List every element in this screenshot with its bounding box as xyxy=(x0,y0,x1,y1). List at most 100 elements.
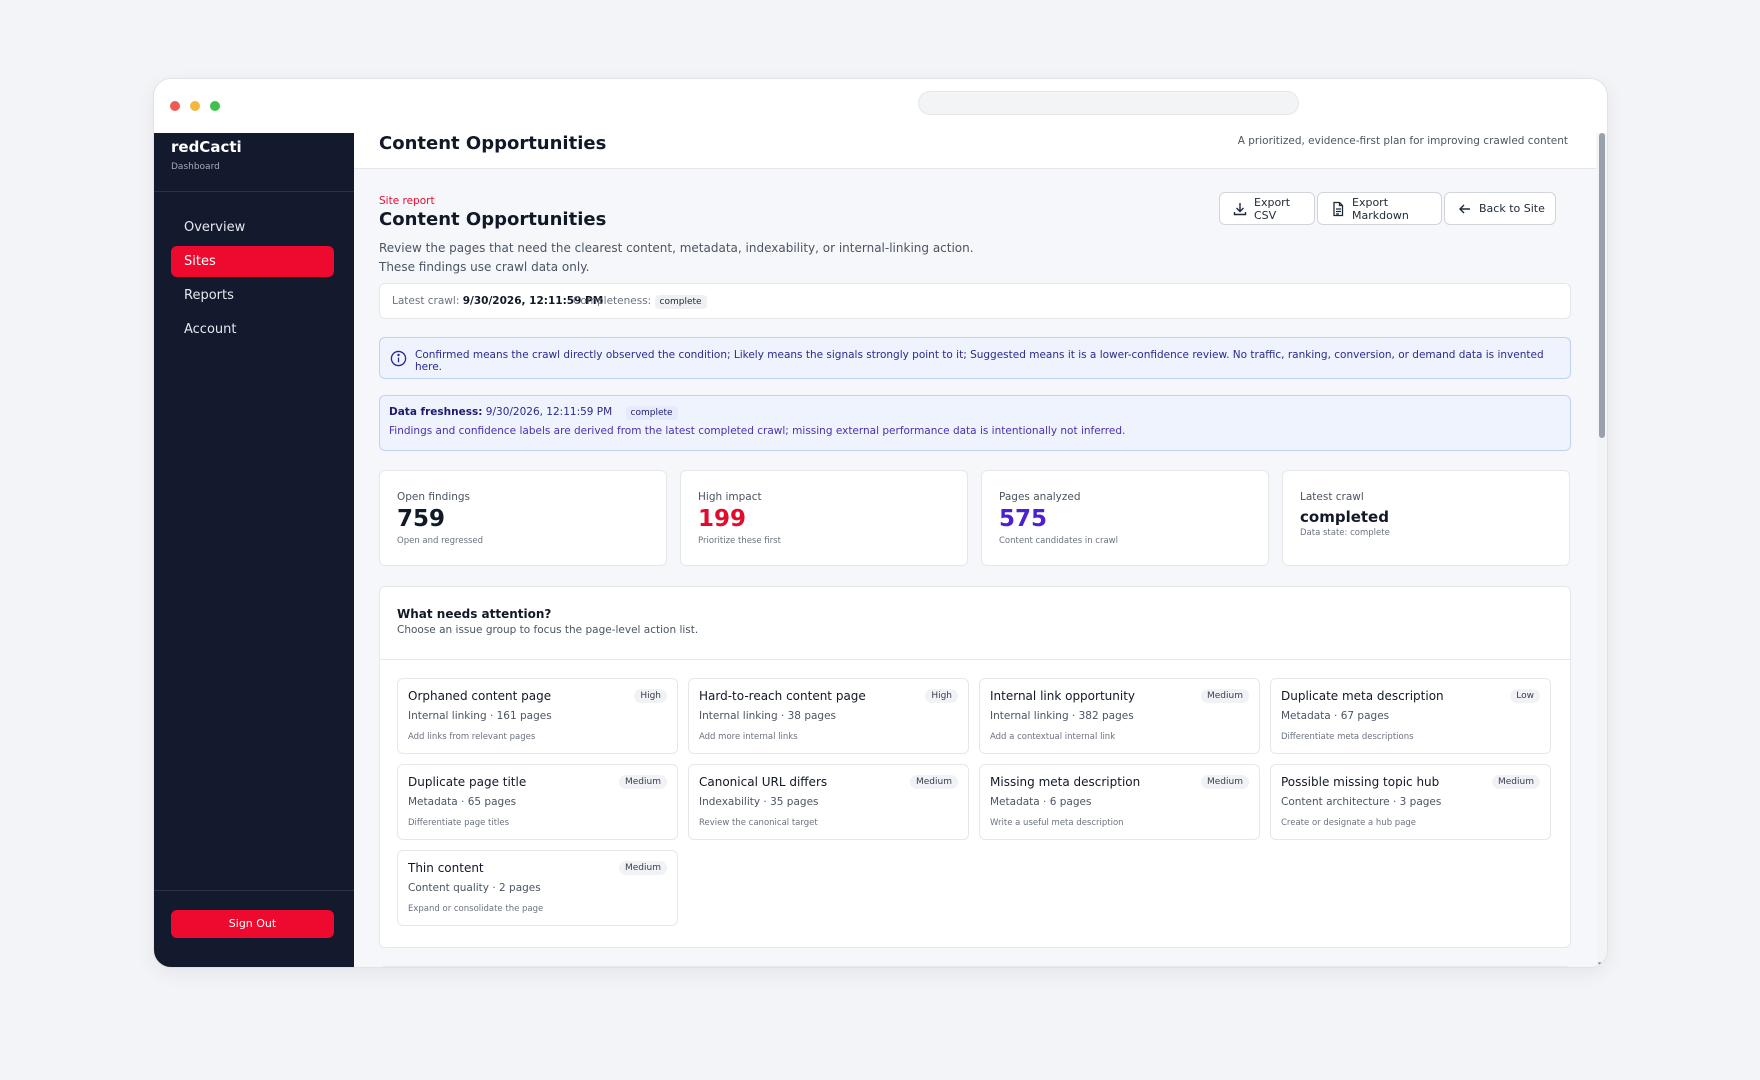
completeness-label: Completeness: xyxy=(573,295,652,307)
attention-title: What needs attention? xyxy=(397,607,552,621)
issue-meta: Indexability · 35 pages xyxy=(699,796,819,808)
stat-card-open-findings: Open findings 759 Open and regressed xyxy=(379,470,667,566)
issue-meta: Internal linking · 382 pages xyxy=(990,710,1134,722)
stat-card-high-impact: High impact 199 Prioritize these first xyxy=(680,470,968,566)
issue-title: Canonical URL differs xyxy=(699,775,828,789)
issue-group-card[interactable]: Possible missing topic hub Medium Content … xyxy=(1270,764,1551,840)
sidebar: redCacti Dashboard Overview Sites Report… xyxy=(154,133,354,967)
arrow-left-icon xyxy=(1459,204,1470,213)
stat-card-latest-crawl: Latest crawl completed Data state: compl… xyxy=(1282,470,1570,566)
sidebar-item-overview[interactable]: Overview xyxy=(171,212,334,243)
next-section-edge xyxy=(379,966,1571,967)
document-icon xyxy=(1333,201,1344,216)
issue-action: Review the canonical target xyxy=(699,818,818,828)
back-to-site-label: Back to Site xyxy=(1479,202,1545,215)
issue-meta: Content architecture · 3 pages xyxy=(1281,796,1442,808)
severity-badge: High xyxy=(925,689,958,703)
scrollbar[interactable]: ▼ xyxy=(1597,133,1607,967)
stat-value: completed xyxy=(1300,508,1389,526)
scrollbar-thumb[interactable] xyxy=(1599,133,1605,438)
page-title: Content Opportunities xyxy=(379,209,607,230)
sign-out-button[interactable]: Sign Out xyxy=(171,910,334,938)
sidebar-item-reports[interactable]: Reports xyxy=(171,280,334,311)
issue-group-card[interactable]: Duplicate meta description Low Metadata · … xyxy=(1270,678,1551,754)
browser-window: redCacti Dashboard Overview Sites Report… xyxy=(153,78,1608,968)
maximize-window-button[interactable] xyxy=(210,101,220,111)
attention-panel: What needs attention? Choose an issue gr… xyxy=(379,586,1571,948)
scroll-down-icon[interactable]: ▼ xyxy=(1598,961,1603,967)
issue-action: Create or designate a hub page xyxy=(1281,818,1417,828)
stat-label: Latest crawl xyxy=(1300,491,1364,503)
export-csv-label: Export CSV xyxy=(1254,195,1291,222)
sidebar-item-account[interactable]: Account xyxy=(171,314,334,345)
issue-title: Internal link opportunity xyxy=(990,689,1136,703)
stat-note: Data state: complete xyxy=(1300,528,1390,538)
issue-title: Thin content xyxy=(408,861,484,875)
issue-title: Duplicate meta description xyxy=(1281,689,1444,703)
export-csv-button[interactable]: Export CSV xyxy=(1219,192,1315,225)
stat-label: Open findings xyxy=(397,491,471,503)
severity-badge: Medium xyxy=(1201,689,1249,703)
severity-badge: Medium xyxy=(1492,775,1540,789)
sidebar-divider xyxy=(154,890,354,891)
top-bar: Content Opportunities A prioritized, evi… xyxy=(354,133,1596,169)
issue-group-card[interactable]: Orphaned content page High Internal linkin… xyxy=(397,678,678,754)
issue-meta: Internal linking · 161 pages xyxy=(408,710,552,722)
issue-action: Add a contextual internal link xyxy=(990,732,1116,742)
top-bar-subtitle: A prioritized, evidence-first plan for i… xyxy=(1237,135,1568,147)
issue-action: Differentiate meta descriptions xyxy=(1281,732,1414,742)
completeness-badge: complete xyxy=(654,295,707,309)
stat-card-pages-analyzed: Pages analyzed 575 Content candidates in… xyxy=(981,470,1269,566)
issue-action: Write a useful meta description xyxy=(990,818,1124,828)
sidebar-divider xyxy=(154,191,354,192)
issue-title: Orphaned content page xyxy=(408,689,552,703)
crawl-status-bar: Latest crawl: 9/30/2026, 12:11:59 PM Com… xyxy=(379,283,1571,319)
issue-title: Missing meta description xyxy=(990,775,1141,789)
issue-meta: Metadata · 67 pages xyxy=(1281,710,1390,722)
stat-value: 575 xyxy=(999,506,1048,532)
severity-badge: Medium xyxy=(619,775,667,789)
stat-value: 759 xyxy=(397,506,446,532)
issue-meta: Content quality · 2 pages xyxy=(408,882,541,894)
issue-group-card[interactable]: Thin content Medium Content quality · 2 pa… xyxy=(397,850,678,926)
export-markdown-label: Export Markdown xyxy=(1352,195,1409,222)
stat-note: Prioritize these first xyxy=(698,536,781,546)
issue-group-card[interactable]: Internal link opportunity Medium Internal … xyxy=(979,678,1260,754)
stat-label: High impact xyxy=(698,491,762,503)
stat-note: Open and regressed xyxy=(397,536,484,546)
attention-subtitle: Choose an issue group to focus the page-… xyxy=(397,624,699,636)
data-freshness-banner: Data freshness: 9/30/2026, 12:11:59 PM c… xyxy=(379,395,1571,451)
freshness-label: Data freshness: xyxy=(389,406,483,418)
issue-meta: Metadata · 6 pages xyxy=(990,796,1092,808)
stat-label: Pages analyzed xyxy=(999,491,1081,503)
issue-group-card[interactable]: Canonical URL differs Medium Indexability … xyxy=(688,764,969,840)
freshness-line: Data freshness: 9/30/2026, 12:11:59 PM c… xyxy=(389,406,678,420)
main-content: Content Opportunities A prioritized, evi… xyxy=(354,133,1607,967)
address-bar[interactable] xyxy=(918,91,1299,115)
issue-title: Hard-to-reach content page xyxy=(699,689,866,703)
close-window-button[interactable] xyxy=(170,101,180,111)
issue-group-card[interactable]: Missing meta description Medium Metadata ·… xyxy=(979,764,1260,840)
issue-meta: Metadata · 65 pages xyxy=(408,796,517,808)
latest-crawl-label: Latest crawl: xyxy=(392,295,460,307)
stat-note: Content candidates in crawl xyxy=(999,536,1118,546)
issue-title: Possible missing topic hub xyxy=(1281,775,1440,789)
page-description: Review the pages that need the clearest … xyxy=(379,241,974,274)
issue-action: Add more internal links xyxy=(699,732,798,742)
top-bar-title: Content Opportunities xyxy=(379,133,607,154)
sidebar-item-sites[interactable]: Sites xyxy=(171,246,334,277)
back-to-site-button[interactable]: Back to Site xyxy=(1444,192,1556,225)
minimize-window-button[interactable] xyxy=(190,101,200,111)
issue-group-card[interactable]: Duplicate page title Medium Metadata · 65 … xyxy=(397,764,678,840)
confidence-info-banner: Confirmed means the crawl directly obser… xyxy=(379,337,1571,379)
brand-name: redCacti xyxy=(171,138,242,156)
page-eyebrow: Site report xyxy=(379,195,435,207)
issue-group-card[interactable]: Hard-to-reach content page High Internal l… xyxy=(688,678,969,754)
export-markdown-button[interactable]: Export Markdown xyxy=(1317,192,1442,225)
latest-crawl-info: Latest crawl: 9/30/2026, 12:11:59 PM xyxy=(392,295,603,307)
issue-action: Add links from relevant pages xyxy=(408,732,536,742)
brand-subtitle: Dashboard xyxy=(171,162,220,172)
severity-badge: Medium xyxy=(619,861,667,875)
issue-meta: Internal linking · 38 pages xyxy=(699,710,837,722)
severity-badge: High xyxy=(634,689,667,703)
